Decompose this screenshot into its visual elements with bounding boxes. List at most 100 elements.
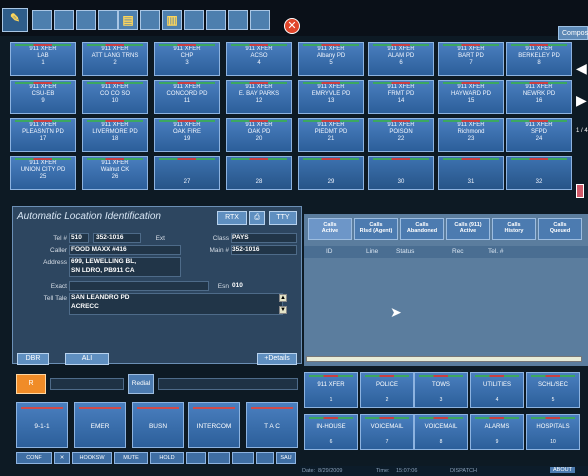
quick-dial-button-6[interactable]: IN-HOUSE 6 [304,414,358,450]
transfer-button-24[interactable]: 911 XFER SFPD 24 [506,118,572,152]
quick-dial-num: 4 [495,397,499,403]
dbr-button[interactable]: DBR [17,353,49,365]
transfer-button-9[interactable]: 911 XFER CSU-EB 9 [10,80,76,114]
transfer-button-22[interactable]: 911 XFER POISON 22 [368,118,434,152]
transfer-button-28[interactable]: 28 [226,156,292,190]
toolbar-button-2[interactable] [54,10,74,30]
close-icon[interactable]: ✕ [284,18,300,34]
transfer-button-12[interactable]: 911 XFER E. BAY PARKS 12 [226,80,292,114]
telltale-scroll-down-icon[interactable]: ▼ [279,306,287,314]
toolbar-button-3[interactable] [76,10,96,30]
toolbar-button-4[interactable] [98,10,118,30]
about-button[interactable]: ABOUT [550,467,575,473]
control-button-9[interactable]: SAU [276,452,296,464]
calls-horizontal-scrollbar[interactable] [306,356,582,362]
transfer-button-23[interactable]: 911 XFER Richmond 23 [438,118,504,152]
transfer-button-3[interactable]: 911 XFER CHP 3 [154,42,220,76]
printer-icon[interactable]: ⎙ [249,211,265,225]
transfer-button-10[interactable]: 911 XFER CO CO SO 10 [82,80,148,114]
transfer-button-32[interactable]: 32 [506,156,572,190]
line-button-2[interactable]: BUSN [132,402,184,448]
control-button-3[interactable]: MUTE [114,452,148,464]
quick-dial-button-5[interactable]: SCHL/SEC 5 [526,372,580,408]
tab-calls-2[interactable]: Calls Abandoned [400,218,444,240]
quick-dial-button-1[interactable]: 911 XFER 1 [304,372,358,408]
transfer-button-16[interactable]: 911 XFER NEWRK PD 16 [506,80,572,114]
tab-calls-3[interactable]: Calls (911) Active [446,218,490,240]
line-button-0[interactable]: 9-1-1 [16,402,68,448]
telltale-scroll-up-icon[interactable]: ▲ [279,294,287,302]
transfer-button-2[interactable]: 911 XFER ATT LANG TRNS 2 [82,42,148,76]
quick-dial-button-10[interactable]: HOSPITALS 10 [526,414,580,450]
control-button-0[interactable]: CONF [16,452,52,464]
control-button-4[interactable]: HOLD [150,452,184,464]
transfer-button-18[interactable]: 911 XFER LIVERMORE PD 18 [82,118,148,152]
control-button-8[interactable] [256,452,274,464]
tab-calls-0[interactable]: Calls Active [308,218,352,240]
line-button-3[interactable]: INTERCOM [188,402,240,448]
redial-button[interactable]: Redial [128,374,154,394]
status-bar-indicator [443,44,499,46]
toolbar-button-7[interactable] [206,10,226,30]
control-button-7[interactable] [232,452,254,464]
tab-calls-4[interactable]: Calls History [492,218,536,240]
transfer-button-30[interactable]: 30 [368,156,434,190]
ali-button[interactable]: ALI [65,353,109,365]
transfer-button-5[interactable]: 911 XFER Albany PD 5 [298,42,364,76]
tty-button[interactable]: TTY [269,211,297,225]
scroll-handle-icon[interactable] [576,184,584,198]
toolbar-button-5[interactable] [140,10,160,30]
tab-calls-5[interactable]: Calls Queued [538,218,582,240]
transfer-button-15[interactable]: 911 XFER HAYWARD PD 15 [438,80,504,114]
transfer-button-8[interactable]: 911 XFER BERKELEY PD 8 [506,42,572,76]
transfer-button-27[interactable]: 27 [154,156,220,190]
quick-dial-button-2[interactable]: POLICE 2 [360,372,414,408]
tel-area-value: 510 [71,234,82,241]
page-right-arrow-icon[interactable]: ▶ [576,92,587,109]
document-icon[interactable]: ▤ [118,10,138,30]
line-button-4[interactable]: T A C [246,402,298,448]
transfer-button-21[interactable]: 911 XFER PIEDMT PD 21 [298,118,364,152]
transfer-button-14[interactable]: 911 XFER FRMT PD 14 [368,80,434,114]
toolbar-button-9[interactable] [250,10,270,30]
toolbar-button-1[interactable] [32,10,52,30]
control-button-6[interactable] [208,452,230,464]
transfer-button-25[interactable]: 911 XFER UNION CITY PD 25 [10,156,76,190]
dial-field[interactable] [50,378,124,390]
control-button-2[interactable]: HOOKSW [72,452,112,464]
transfer-button-29[interactable]: 29 [298,156,364,190]
r-button[interactable]: R [16,374,46,394]
pencil-icon[interactable]: ✎ [2,8,28,32]
page-left-arrow-icon[interactable]: ◀ [576,60,587,77]
transfer-button-20[interactable]: 911 XFER OAK PD 20 [226,118,292,152]
line-button-1[interactable]: EMER [74,402,126,448]
quick-dial-button-9[interactable]: ALARMS 9 [470,414,524,450]
status-bar-indicator [159,158,215,160]
compose-button[interactable]: Compose [558,26,588,40]
quick-dial-button-4[interactable]: UTILITIES 4 [470,372,524,408]
rtx-button[interactable]: RTX [217,211,247,225]
phonebook-icon[interactable]: ▥ [162,10,182,30]
toolbar-button-8[interactable] [228,10,248,30]
address-line2: SN LDRO, PB911 CA [71,267,135,274]
transfer-button-4[interactable]: 911 XFER ACSO 4 [226,42,292,76]
control-button-1[interactable]: ✕ [54,452,70,464]
transfer-button-13[interactable]: 911 XFER EMRYVLE PD 13 [298,80,364,114]
transfer-button-19[interactable]: 911 XFER OAK FIRE 19 [154,118,220,152]
transfer-button-26[interactable]: 911 XFER Walnut CK 26 [82,156,148,190]
control-button-5[interactable] [186,452,206,464]
transfer-button-17[interactable]: 911 XFER PLEASNTN PD 17 [10,118,76,152]
toolbar-button-6[interactable] [184,10,204,30]
transfer-button-1[interactable]: 911 XFER LAB 1 [10,42,76,76]
quick-dial-button-7[interactable]: VOICEMAIL 7 [360,414,414,450]
details-button[interactable]: +Details [257,353,297,365]
transfer-num: 11 [183,98,191,104]
transfer-button-7[interactable]: 911 XFER BART PD 7 [438,42,504,76]
quick-dial-button-3[interactable]: TOWS 3 [414,372,468,408]
tab-calls-1[interactable]: Calls Rlsd (Agent) [354,218,398,240]
address-line1: 699, LEWELLING BL, [71,258,137,265]
transfer-button-6[interactable]: 911 XFER ALAM PD 6 [368,42,434,76]
transfer-button-11[interactable]: 911 XFER CONCORD PD 11 [154,80,220,114]
transfer-button-31[interactable]: 31 [438,156,504,190]
quick-dial-button-8[interactable]: VOICEMAIL 8 [414,414,468,450]
